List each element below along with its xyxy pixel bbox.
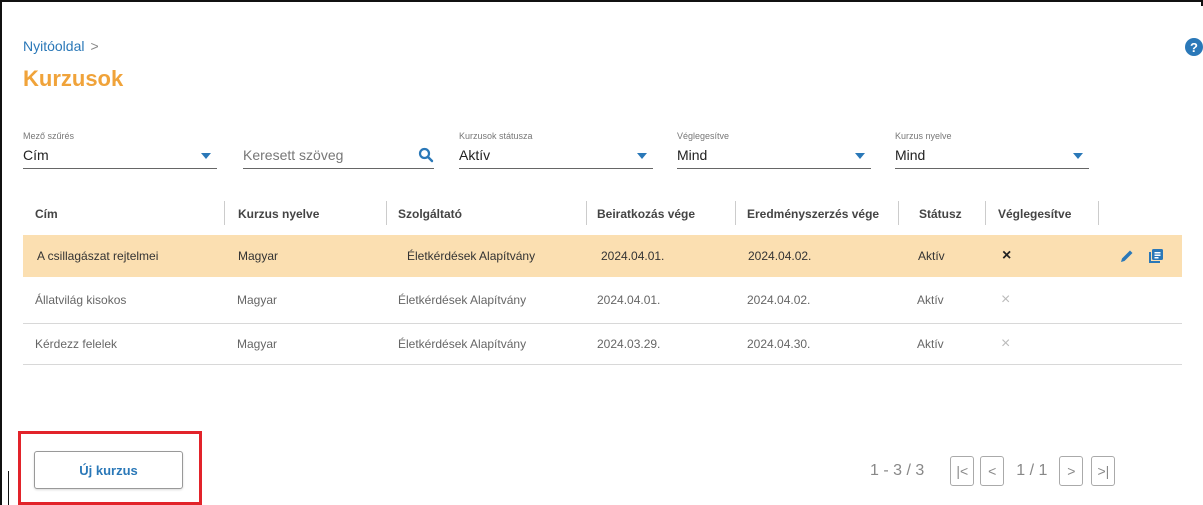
- column-header-title[interactable]: Cím: [35, 193, 58, 235]
- not-finalized-x-icon: ×: [1001, 291, 1011, 308]
- cell-language: Magyar: [238, 249, 279, 263]
- frame-left-border: [0, 0, 2, 505]
- field-filter-label: Mező szűrés: [23, 131, 75, 141]
- column-header-enrollment-end[interactable]: Beiratkozás vége: [597, 193, 695, 235]
- column-divider: [985, 201, 986, 225]
- chevron-down-icon: [637, 153, 647, 159]
- table-row[interactable]: Kérdezz felelek Magyar Életkérdések Alap…: [23, 324, 1182, 365]
- language-filter-label: Kurzus nyelve: [895, 131, 952, 141]
- status-filter-value: Aktív: [459, 147, 491, 163]
- not-finalized-x-icon: ×: [1001, 335, 1011, 352]
- cell-enrollment-end: 2024.04.01.: [597, 293, 661, 307]
- cell-provider: Életkérdések Alapítvány: [398, 293, 527, 307]
- column-divider: [386, 201, 387, 225]
- column-header-language[interactable]: Kurzus nyelve: [238, 193, 319, 235]
- cell-title: Állatvilág kisokos: [35, 293, 127, 307]
- cell-provider: Életkérdések Alapítvány: [407, 249, 536, 263]
- cell-result-end: 2024.04.02.: [747, 293, 811, 307]
- last-page-button[interactable]: >|: [1091, 456, 1116, 486]
- status-filter-label: Kurzusok státusza: [459, 131, 533, 141]
- cell-enrollment-end: 2024.04.01.: [601, 249, 665, 263]
- finalized-filter-label: Véglegesítve: [677, 131, 730, 141]
- cell-status: Aktív: [918, 249, 945, 263]
- courses-table: Cím Kurzus nyelve Szolgáltató Beiratkozá…: [23, 193, 1182, 365]
- column-header-status[interactable]: Státusz: [919, 193, 962, 235]
- cell-result-end: 2024.04.02.: [748, 249, 812, 263]
- cell-title: Kérdezz felelek: [35, 337, 118, 351]
- language-filter-select[interactable]: Kurzus nyelve Mind: [895, 131, 1089, 169]
- column-divider: [1098, 201, 1099, 225]
- column-header-result-end[interactable]: Eredményszerzés vége: [747, 193, 879, 235]
- cell-status: Aktív: [917, 293, 944, 307]
- cell-language: Magyar: [237, 337, 278, 351]
- frame-bottom-left-line: [8, 471, 9, 505]
- column-divider: [898, 201, 899, 225]
- copy-icon[interactable]: [1148, 248, 1164, 264]
- breadcrumb-home-link[interactable]: Nyitóoldal: [23, 38, 84, 54]
- chevron-down-icon: [201, 153, 211, 159]
- cell-status: Aktív: [917, 337, 944, 351]
- prev-page-button[interactable]: <: [980, 456, 1005, 486]
- field-filter-select[interactable]: Mező szűrés Cím: [23, 131, 217, 169]
- search-placeholder: Keresett szöveg: [243, 147, 344, 163]
- column-header-provider[interactable]: Szolgáltató: [398, 193, 462, 235]
- first-page-button[interactable]: |<: [950, 456, 975, 486]
- search-icon[interactable]: [418, 147, 434, 163]
- chevron-down-icon: [1073, 153, 1083, 159]
- frame-top-border: [0, 0, 1203, 2]
- column-header-finalized[interactable]: Véglegesítve: [998, 193, 1071, 235]
- cell-enrollment-end: 2024.03.29.: [597, 337, 661, 351]
- table-row[interactable]: Állatvilág kisokos Magyar Életkérdések A…: [23, 277, 1182, 324]
- finalized-filter-value: Mind: [677, 147, 708, 163]
- breadcrumb: Nyitóoldal >: [23, 38, 99, 54]
- new-course-button[interactable]: Új kurzus: [34, 451, 183, 489]
- pagination-range: 1 - 3 / 3: [870, 462, 925, 479]
- not-finalized-x-icon: ×: [1002, 247, 1012, 264]
- next-page-button[interactable]: >: [1059, 456, 1084, 486]
- language-filter-value: Mind: [895, 147, 926, 163]
- column-divider: [586, 201, 587, 225]
- table-row[interactable]: A csillagászat rejtelmei Magyar Életkérd…: [23, 235, 1182, 277]
- status-filter-select[interactable]: Kurzusok státusza Aktív: [459, 131, 653, 169]
- cell-title: A csillagászat rejtelmei: [37, 249, 159, 263]
- field-filter-value: Cím: [23, 147, 49, 163]
- column-divider: [224, 201, 225, 225]
- page-indicator: 1 / 1: [1016, 462, 1048, 479]
- cell-result-end: 2024.04.30.: [747, 337, 811, 351]
- pagination: 1 - 3 / 3 |< < 1 / 1 > >|: [870, 456, 1116, 486]
- chevron-down-icon: [855, 153, 865, 159]
- help-icon[interactable]: ?: [1185, 38, 1203, 56]
- search-input[interactable]: Keresett szöveg: [243, 131, 434, 169]
- page-title: Kurzusok: [23, 66, 124, 91]
- finalized-filter-select[interactable]: Véglegesítve Mind: [677, 131, 871, 169]
- edit-pencil-icon[interactable]: [1119, 248, 1135, 264]
- breadcrumb-separator: >: [90, 38, 99, 54]
- column-divider: [735, 201, 736, 225]
- cell-provider: Életkérdések Alapítvány: [398, 337, 527, 351]
- cell-language: Magyar: [237, 293, 278, 307]
- table-header: Cím Kurzus nyelve Szolgáltató Beiratkozá…: [23, 193, 1182, 235]
